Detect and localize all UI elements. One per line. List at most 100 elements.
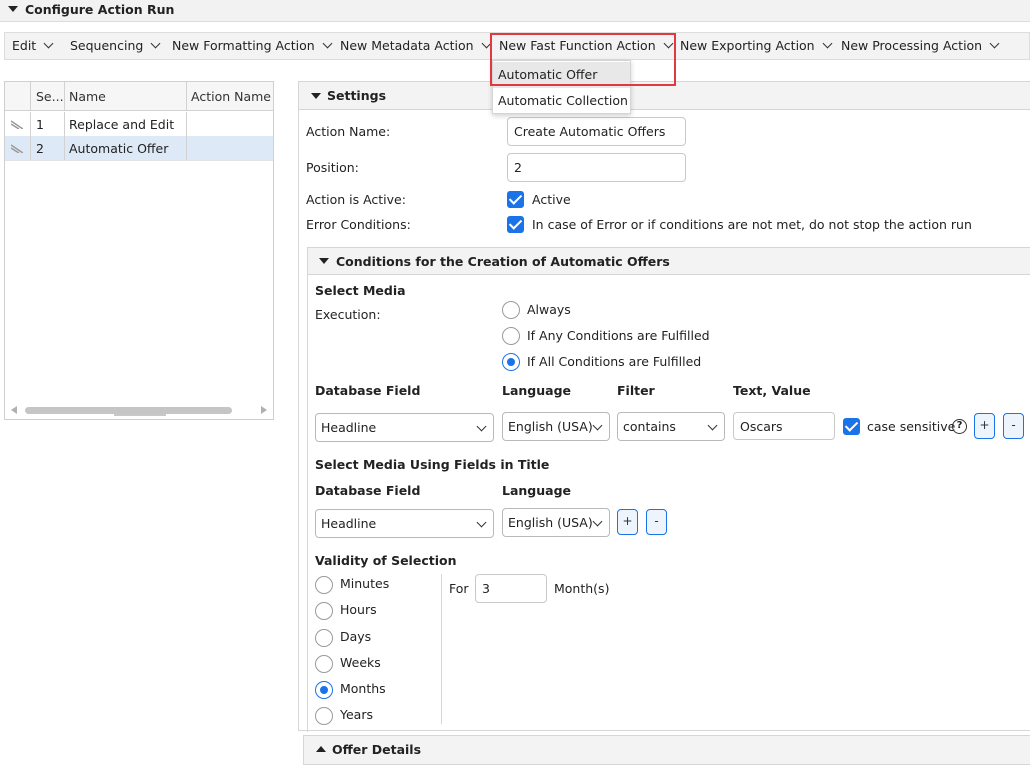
validity-radio-minutes[interactable] <box>315 576 333 594</box>
database-field-select[interactable]: Headline <box>315 413 494 442</box>
menu-new-exporting-action-label: New Exporting Action <box>680 38 815 53</box>
validity-option-label: Minutes <box>340 576 390 591</box>
table-row[interactable]: 1 Replace and Edit <box>5 112 273 136</box>
scroll-right-icon[interactable] <box>261 406 267 414</box>
filter-value: contains <box>623 419 676 434</box>
chevron-down-icon <box>707 420 718 431</box>
add-title-field-button[interactable]: + <box>617 509 638 535</box>
title-language-header: Language <box>502 483 572 498</box>
offer-details-panel: Offer Details <box>303 735 1030 765</box>
conditions-panel: Conditions for the Creation of Automatic… <box>307 247 1030 732</box>
row-seq: 1 <box>36 117 44 132</box>
grid-header-name-label: Name <box>69 89 106 104</box>
offer-details-header[interactable]: Offer Details <box>304 736 1030 764</box>
row-seq: 2 <box>36 141 44 156</box>
menu-new-fast-function-action-label: New Fast Function Action <box>499 38 656 53</box>
grid-header-seq[interactable]: Se... <box>31 82 65 110</box>
active-checkbox[interactable] <box>507 191 524 208</box>
action-menu-bar: Edit Sequencing New Formatting Action Ne… <box>4 32 1030 60</box>
select-media-heading: Select Media <box>315 283 406 298</box>
validity-option-label: Hours <box>340 602 377 617</box>
remove-title-field-button[interactable]: - <box>646 509 667 535</box>
execution-label: Execution: <box>315 307 381 322</box>
chevron-down-icon <box>476 517 487 528</box>
grid-header-handle-col <box>5 82 31 110</box>
offer-details-title: Offer Details <box>332 742 422 757</box>
settings-title: Settings <box>327 88 387 103</box>
menu-sequencing[interactable]: Sequencing <box>70 33 161 59</box>
validity-radio-years[interactable] <box>315 707 333 725</box>
chevron-down-icon <box>481 38 492 49</box>
menu-edit-label: Edit <box>12 38 37 53</box>
dropdown-item-automatic-offer[interactable]: Automatic Offer <box>493 62 630 88</box>
validity-divider <box>441 574 442 724</box>
scrollbar-thumb[interactable] <box>25 407 232 414</box>
position-input[interactable]: 2 <box>507 153 686 182</box>
grid-header-seq-label: Se... <box>36 89 64 104</box>
menu-new-formatting-action-label: New Formatting Action <box>172 38 315 53</box>
menu-edit[interactable]: Edit <box>12 33 54 59</box>
text-value-header: Text, Value <box>733 383 811 398</box>
execution-radio-all[interactable] <box>502 353 520 371</box>
chevron-down-icon <box>592 420 603 431</box>
validity-option-label: Years <box>340 707 373 722</box>
title-language-select[interactable]: English (USA) <box>502 508 610 537</box>
validity-unit-label: Month(s) <box>554 581 610 596</box>
title-language-value: English (USA) <box>508 515 593 530</box>
dropdown-item-automatic-collection[interactable]: Automatic Collection <box>493 88 630 114</box>
validity-amount-input[interactable]: 3 <box>475 574 547 603</box>
validity-option-label: Days <box>340 629 372 644</box>
validity-heading: Validity of Selection <box>315 553 457 568</box>
chevron-down-icon <box>322 38 333 49</box>
database-field-header: Database Field <box>315 383 421 398</box>
filter-header: Filter <box>617 383 655 398</box>
window-title: Configure Action Run <box>25 2 175 17</box>
menu-new-formatting-action[interactable]: New Formatting Action <box>172 33 333 59</box>
grid-header-name[interactable]: Name <box>65 82 187 110</box>
scroll-left-icon[interactable] <box>11 406 17 414</box>
execution-option-label: If Any Conditions are Fulfilled <box>527 328 710 343</box>
position-label: Position: <box>306 160 359 175</box>
text-value-input[interactable]: Oscars <box>733 412 835 440</box>
language-select[interactable]: English (USA) <box>502 412 610 441</box>
case-sensitive-checkbox[interactable] <box>843 418 860 435</box>
database-field-value: Headline <box>321 420 377 435</box>
conditions-header[interactable]: Conditions for the Creation of Automatic… <box>308 248 1030 275</box>
filter-select[interactable]: contains <box>617 412 725 441</box>
collapse-triangle-icon[interactable] <box>8 6 18 12</box>
grid-header: Se... Name Action Name <box>5 82 273 111</box>
title-database-field-select[interactable]: Headline <box>315 509 494 538</box>
add-condition-button[interactable]: + <box>974 413 995 439</box>
menu-new-processing-action-label: New Processing Action <box>841 38 983 53</box>
validity-radio-months[interactable] <box>315 681 333 699</box>
expand-triangle-icon <box>316 746 326 752</box>
row-name: Automatic Offer <box>69 141 169 156</box>
menu-new-metadata-action[interactable]: New Metadata Action <box>340 33 492 59</box>
window-title-bar: Configure Action Run <box>0 0 1030 22</box>
chevron-down-icon <box>476 421 487 432</box>
active-checkbox-label: Active <box>532 192 571 207</box>
action-name-label: Action Name: <box>306 124 391 139</box>
table-row[interactable]: 2 Automatic Offer <box>5 136 273 160</box>
actions-grid: Se... Name Action Name 1 Replace and Edi… <box>4 81 274 420</box>
grid-header-action-name[interactable]: Action Name <box>187 82 275 110</box>
menu-new-exporting-action[interactable]: New Exporting Action <box>680 33 833 59</box>
menu-new-metadata-action-label: New Metadata Action <box>340 38 474 53</box>
language-value: English (USA) <box>508 419 593 434</box>
execution-option-label: Always <box>527 302 571 317</box>
grid-resize-handle[interactable] <box>114 414 166 416</box>
menu-new-fast-function-action[interactable]: New Fast Function Action <box>499 33 674 59</box>
settings-header[interactable]: Settings <box>299 82 1030 110</box>
action-name-input[interactable]: Create Automatic Offers <box>507 117 686 146</box>
execution-radio-any[interactable] <box>502 327 520 345</box>
validity-radio-weeks[interactable] <box>315 655 333 673</box>
validity-radio-days[interactable] <box>315 629 333 647</box>
help-icon[interactable]: ? <box>952 419 967 434</box>
remove-condition-button[interactable]: - <box>1003 413 1024 439</box>
error-conditions-checkbox[interactable] <box>507 216 524 233</box>
execution-radio-always[interactable] <box>502 301 520 319</box>
title-database-field-header: Database Field <box>315 483 421 498</box>
settings-panel: Settings Action Name: Create Automatic O… <box>298 81 1030 732</box>
menu-new-processing-action[interactable]: New Processing Action <box>841 33 1000 59</box>
validity-radio-hours[interactable] <box>315 602 333 620</box>
